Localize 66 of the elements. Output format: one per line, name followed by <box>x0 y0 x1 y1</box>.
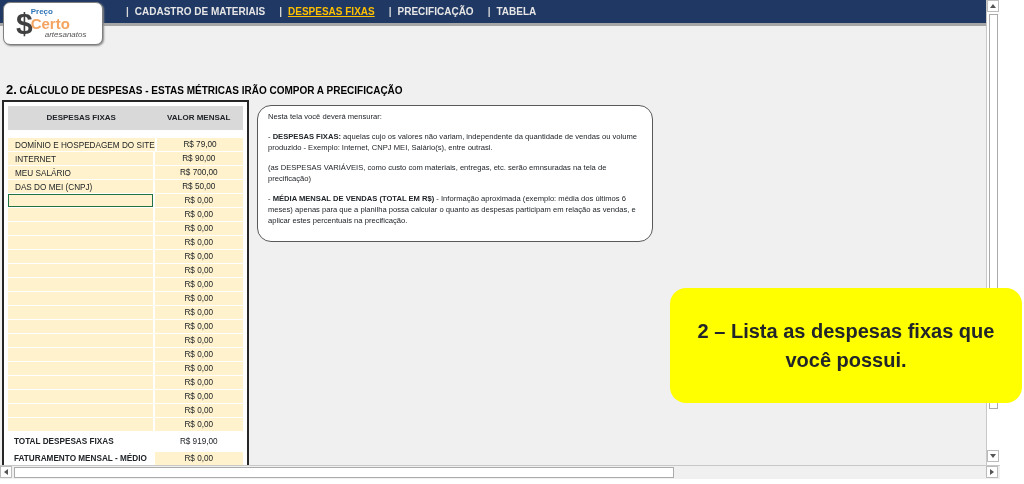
total-value: R$ 919,00 <box>178 436 219 448</box>
table-cell[interactable]: DAS DO MEI (CNPJ) <box>8 180 153 193</box>
total-label: TOTAL DESPESAS FIXAS <box>13 436 115 448</box>
scroll-thumb[interactable] <box>14 467 674 478</box>
table-cell[interactable] <box>8 320 153 333</box>
table-cell[interactable] <box>8 362 153 375</box>
table-cell[interactable]: R$ 700,00 <box>154 166 243 179</box>
table-cell[interactable] <box>8 194 153 207</box>
scroll-left-button[interactable] <box>0 466 12 478</box>
table-cell[interactable] <box>8 306 153 319</box>
nav-link[interactable]: DESPESAS FIXAS <box>288 4 375 19</box>
table-cell[interactable] <box>8 264 153 277</box>
nav-link[interactable]: CADASTRO DE MATERIAIS <box>134 4 266 19</box>
column-header: DESPESAS FIXAS <box>45 112 117 124</box>
table-cell[interactable]: R$ 0,00 <box>154 348 243 361</box>
callout-note: 2 – Lista as despesas fixas que você possui. <box>670 288 1022 403</box>
table-cell[interactable]: R$ 0,00 <box>154 306 243 319</box>
table-cell[interactable]: R$ 0,00 <box>154 362 243 375</box>
table-cell[interactable]: R$ 0,00 <box>154 250 243 263</box>
logo-text: Preço <box>30 8 54 16</box>
table-cell[interactable] <box>8 390 153 403</box>
table-cell[interactable]: R$ 0,00 <box>154 334 243 347</box>
table-cell[interactable]: R$ 0,00 <box>154 222 243 235</box>
scroll-up-button[interactable] <box>987 0 999 12</box>
table-cell[interactable]: R$ 0,00 <box>154 390 243 403</box>
nav-link[interactable]: PRECIFICAÇÃO <box>397 4 474 19</box>
table-cell[interactable]: MEU SALÁRIO <box>8 166 153 179</box>
scroll-right-button[interactable] <box>986 466 998 478</box>
table-cell[interactable] <box>8 278 153 291</box>
table-cell[interactable]: R$ 0,00 <box>154 376 243 389</box>
total-value[interactable]: R$ 0,00 <box>154 452 243 465</box>
column-header: VALOR MENSAL <box>166 112 232 124</box>
table-cell[interactable] <box>8 222 153 235</box>
table-cell[interactable]: DOMÍNIO E HOSPEDAGEM DO SITE <box>8 138 155 151</box>
nav-link[interactable]: TABELA <box>496 4 537 19</box>
total-label: FATURAMENTO MENSAL - MÉDIO <box>13 452 148 465</box>
table-cell[interactable]: R$ 50,00 <box>154 180 243 193</box>
table-cell[interactable]: R$ 0,00 <box>154 208 243 221</box>
table-cell[interactable]: R$ 0,00 <box>154 264 243 277</box>
nav-separator: | <box>487 5 491 19</box>
table-cell[interactable]: R$ 0,00 <box>154 292 243 305</box>
table-cell[interactable]: INTERNET <box>8 152 153 165</box>
table-cell[interactable]: R$ 0,00 <box>154 418 243 431</box>
table-cell[interactable] <box>8 334 153 347</box>
table-cell[interactable] <box>8 376 153 389</box>
nav-separator: | <box>126 5 129 19</box>
table-cell[interactable] <box>8 418 153 431</box>
table-cell[interactable]: R$ 0,00 <box>154 194 243 207</box>
table-cell[interactable]: R$ 79,00 <box>157 138 243 151</box>
table-cell[interactable]: R$ 0,00 <box>154 404 243 417</box>
table-cell[interactable]: R$ 0,00 <box>154 278 243 291</box>
table-cell[interactable]: R$ 0,00 <box>154 320 243 333</box>
scroll-down-button[interactable] <box>987 450 999 462</box>
table-cell[interactable] <box>8 348 153 361</box>
table-cell[interactable] <box>8 208 153 221</box>
table-cell[interactable] <box>8 404 153 417</box>
logo-text: artesanatos <box>44 31 87 39</box>
table-cell[interactable] <box>8 250 153 263</box>
nav-separator: | <box>388 5 392 19</box>
table-cell[interactable] <box>8 292 153 305</box>
table-cell[interactable] <box>8 236 153 249</box>
table-cell[interactable]: R$ 90,00 <box>154 152 243 165</box>
table-cell[interactable]: R$ 0,00 <box>154 236 243 249</box>
section-title: 2. CÁLCULO DE DESPESAS - ESTAS MÉTRICAS IRÃO COMPOR A PRECIFICAÇÃO <box>6 81 403 99</box>
nav-separator: | <box>279 5 282 19</box>
horizontal-scrollbar[interactable] <box>0 465 1000 479</box>
